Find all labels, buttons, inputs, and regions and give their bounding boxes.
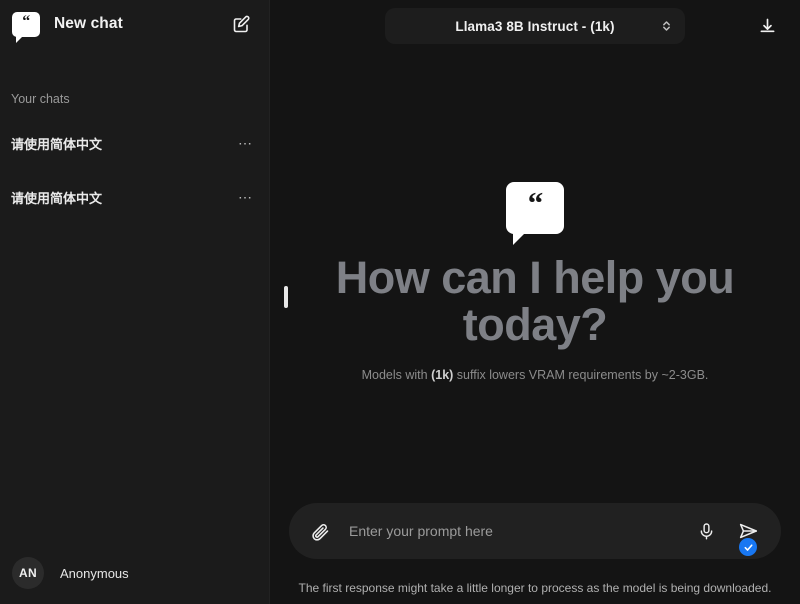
your-chats-label: Your chats	[11, 92, 70, 106]
hero-subtitle: Models with (1k) suffix lowers VRAM requ…	[362, 368, 709, 382]
compose-pencil-square-icon[interactable]	[229, 11, 255, 37]
composer-area: The first response might take a little l…	[270, 503, 800, 604]
user-account-row[interactable]: AN Anonymous	[0, 542, 269, 604]
page-title: How can I help you today?	[335, 251, 735, 350]
check-circle-icon	[739, 538, 757, 556]
model-selector[interactable]: Llama3 8B Instruct - (1k)	[385, 8, 685, 44]
hero-subtitle-suffix: suffix lowers VRAM requirements by ~2-3G…	[453, 368, 709, 383]
chevron-up-down-icon	[661, 18, 672, 34]
chat-title: 请使用简体中文	[11, 190, 103, 206]
avatar: AN	[12, 557, 44, 589]
quote-glyph: “	[22, 13, 30, 30]
chat-list: 请使用简体中文 ⋯ 请使用简体中文 ⋯	[0, 128, 269, 236]
hero-subtitle-strong: (1k)	[431, 368, 454, 383]
new-chat-label: New chat	[54, 15, 123, 32]
status-text: The first response might take a little l…	[298, 581, 772, 595]
microphone-icon[interactable]	[693, 518, 719, 544]
ellipsis-horizontal-icon[interactable]: ⋯	[238, 190, 253, 204]
user-name: Anonymous	[60, 565, 129, 581]
chat-bubble-quote-icon: “	[506, 181, 564, 245]
download-tray-icon[interactable]	[754, 13, 780, 39]
chat-title: 请使用简体中文	[11, 136, 103, 152]
hero-subtitle-prefix: Models with	[361, 368, 432, 383]
search-input[interactable]	[349, 503, 693, 559]
list-item[interactable]: 请使用简体中文 ⋯	[0, 128, 269, 158]
ellipsis-horizontal-icon[interactable]: ⋯	[238, 136, 253, 150]
list-item[interactable]: 请使用简体中文 ⋯	[0, 182, 269, 212]
prompt-composer	[289, 503, 781, 559]
model-selector-value: Llama3 8B Instruct - (1k)	[455, 18, 615, 34]
send-paper-plane-icon[interactable]	[735, 518, 761, 556]
main-panel: Llama3 8B Instruct - (1k) “ How can I he…	[270, 0, 800, 604]
chat-bubble-quote-icon: “	[12, 11, 40, 43]
app-root: “ New chat Your chats 请使用简体中文 ⋯ 请使用简体中文 …	[0, 0, 800, 604]
quote-glyph: “	[527, 185, 543, 221]
sidebar-collapse-handle[interactable]	[284, 286, 288, 308]
sidebar: “ New chat Your chats 请使用简体中文 ⋯ 请使用简体中文 …	[0, 0, 288, 604]
sidebar-header: “ New chat	[0, 0, 269, 48]
paperclip-icon[interactable]	[307, 518, 333, 544]
top-bar: Llama3 8B Instruct - (1k)	[270, 0, 800, 52]
